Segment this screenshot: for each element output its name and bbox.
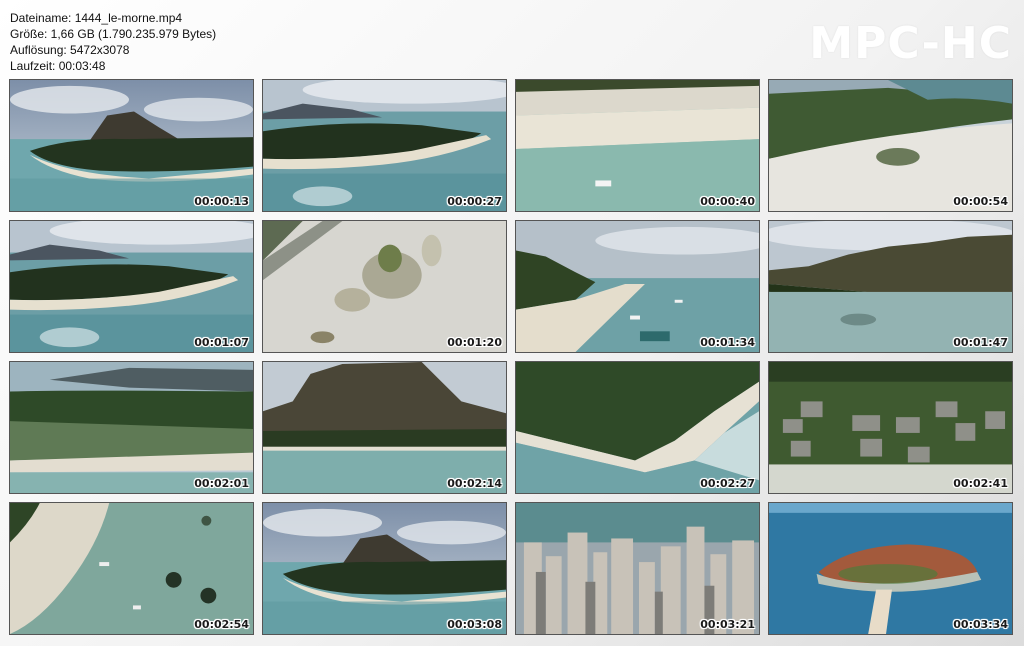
thumbnail-timestamp: 00:00:27: [447, 195, 502, 208]
file-info: Dateiname: 1444_le-morne.mp4 Größe: 1,66…: [10, 10, 216, 74]
video-thumbnail[interactable]: 00:01:20: [262, 220, 507, 353]
mpc-hc-logo: MPC-HC: [809, 18, 1012, 69]
video-thumbnail[interactable]: 00:01:34: [515, 220, 760, 353]
thumbnail-timestamp: 00:00:54: [953, 195, 1008, 208]
thumbnail-timestamp: 00:03:34: [953, 618, 1008, 631]
video-thumbnail[interactable]: 00:00:40: [515, 79, 760, 212]
thumbnail-grid: 00:00:13 00:00:27 00:00:40 00:00:54 00:0…: [9, 79, 1013, 635]
duration-text: Laufzeit: 00:03:48: [10, 59, 106, 73]
thumbnail-timestamp: 00:00:40: [700, 195, 755, 208]
thumbnail-image: [10, 80, 253, 211]
video-thumbnail[interactable]: 00:02:41: [768, 361, 1013, 494]
thumbnail-image: [10, 362, 253, 493]
thumbnail-image: [516, 80, 759, 211]
video-thumbnail[interactable]: 00:00:27: [262, 79, 507, 212]
thumbnail-timestamp: 00:02:01: [194, 477, 249, 490]
thumbnail-image: [769, 503, 1012, 634]
video-thumbnail[interactable]: 00:02:01: [9, 361, 254, 494]
video-thumbnail[interactable]: 00:00:13: [9, 79, 254, 212]
thumbnail-image: [769, 362, 1012, 493]
video-thumbnail[interactable]: 00:00:54: [768, 79, 1013, 212]
thumbnail-image: [10, 503, 253, 634]
thumbnail-timestamp: 00:03:08: [447, 618, 502, 631]
thumbnail-timestamp: 00:01:20: [447, 336, 502, 349]
thumbnail-image: [263, 503, 506, 634]
video-thumbnail[interactable]: 00:02:54: [9, 502, 254, 635]
thumbnail-timestamp: 00:01:47: [953, 336, 1008, 349]
thumbnail-timestamp: 00:03:21: [700, 618, 755, 631]
video-thumbnail[interactable]: 00:03:08: [262, 502, 507, 635]
thumbnail-image: [516, 503, 759, 634]
thumbnail-timestamp: 00:02:27: [700, 477, 755, 490]
video-thumbnail[interactable]: 00:03:21: [515, 502, 760, 635]
thumbnail-image: [263, 362, 506, 493]
file-name-text: Dateiname: 1444_le-morne.mp4: [10, 11, 183, 25]
thumbnail-image: [769, 221, 1012, 352]
video-thumbnail[interactable]: 00:02:14: [262, 361, 507, 494]
thumbnail-image: [263, 80, 506, 211]
resolution-text: Auflösung: 5472x3078: [10, 43, 130, 57]
thumbnail-image: [263, 221, 506, 352]
thumbnail-timestamp: 00:02:41: [953, 477, 1008, 490]
file-size-text: Größe: 1,66 GB (1.790.235.979 Bytes): [10, 27, 217, 41]
thumbnail-image: [10, 221, 253, 352]
video-thumbnail[interactable]: 00:03:34: [768, 502, 1013, 635]
thumbnail-image: [516, 362, 759, 493]
thumbnail-timestamp: 00:02:14: [447, 477, 502, 490]
thumbnail-image: [516, 221, 759, 352]
video-thumbnail[interactable]: 00:01:07: [9, 220, 254, 353]
thumbnail-timestamp: 00:00:13: [194, 195, 249, 208]
video-thumbnail[interactable]: 00:01:47: [768, 220, 1013, 353]
thumbnail-timestamp: 00:01:34: [700, 336, 755, 349]
video-thumbnail[interactable]: 00:02:27: [515, 361, 760, 494]
thumbnail-timestamp: 00:02:54: [194, 618, 249, 631]
thumbnail-image: [769, 80, 1012, 211]
thumbnail-timestamp: 00:01:07: [194, 336, 249, 349]
